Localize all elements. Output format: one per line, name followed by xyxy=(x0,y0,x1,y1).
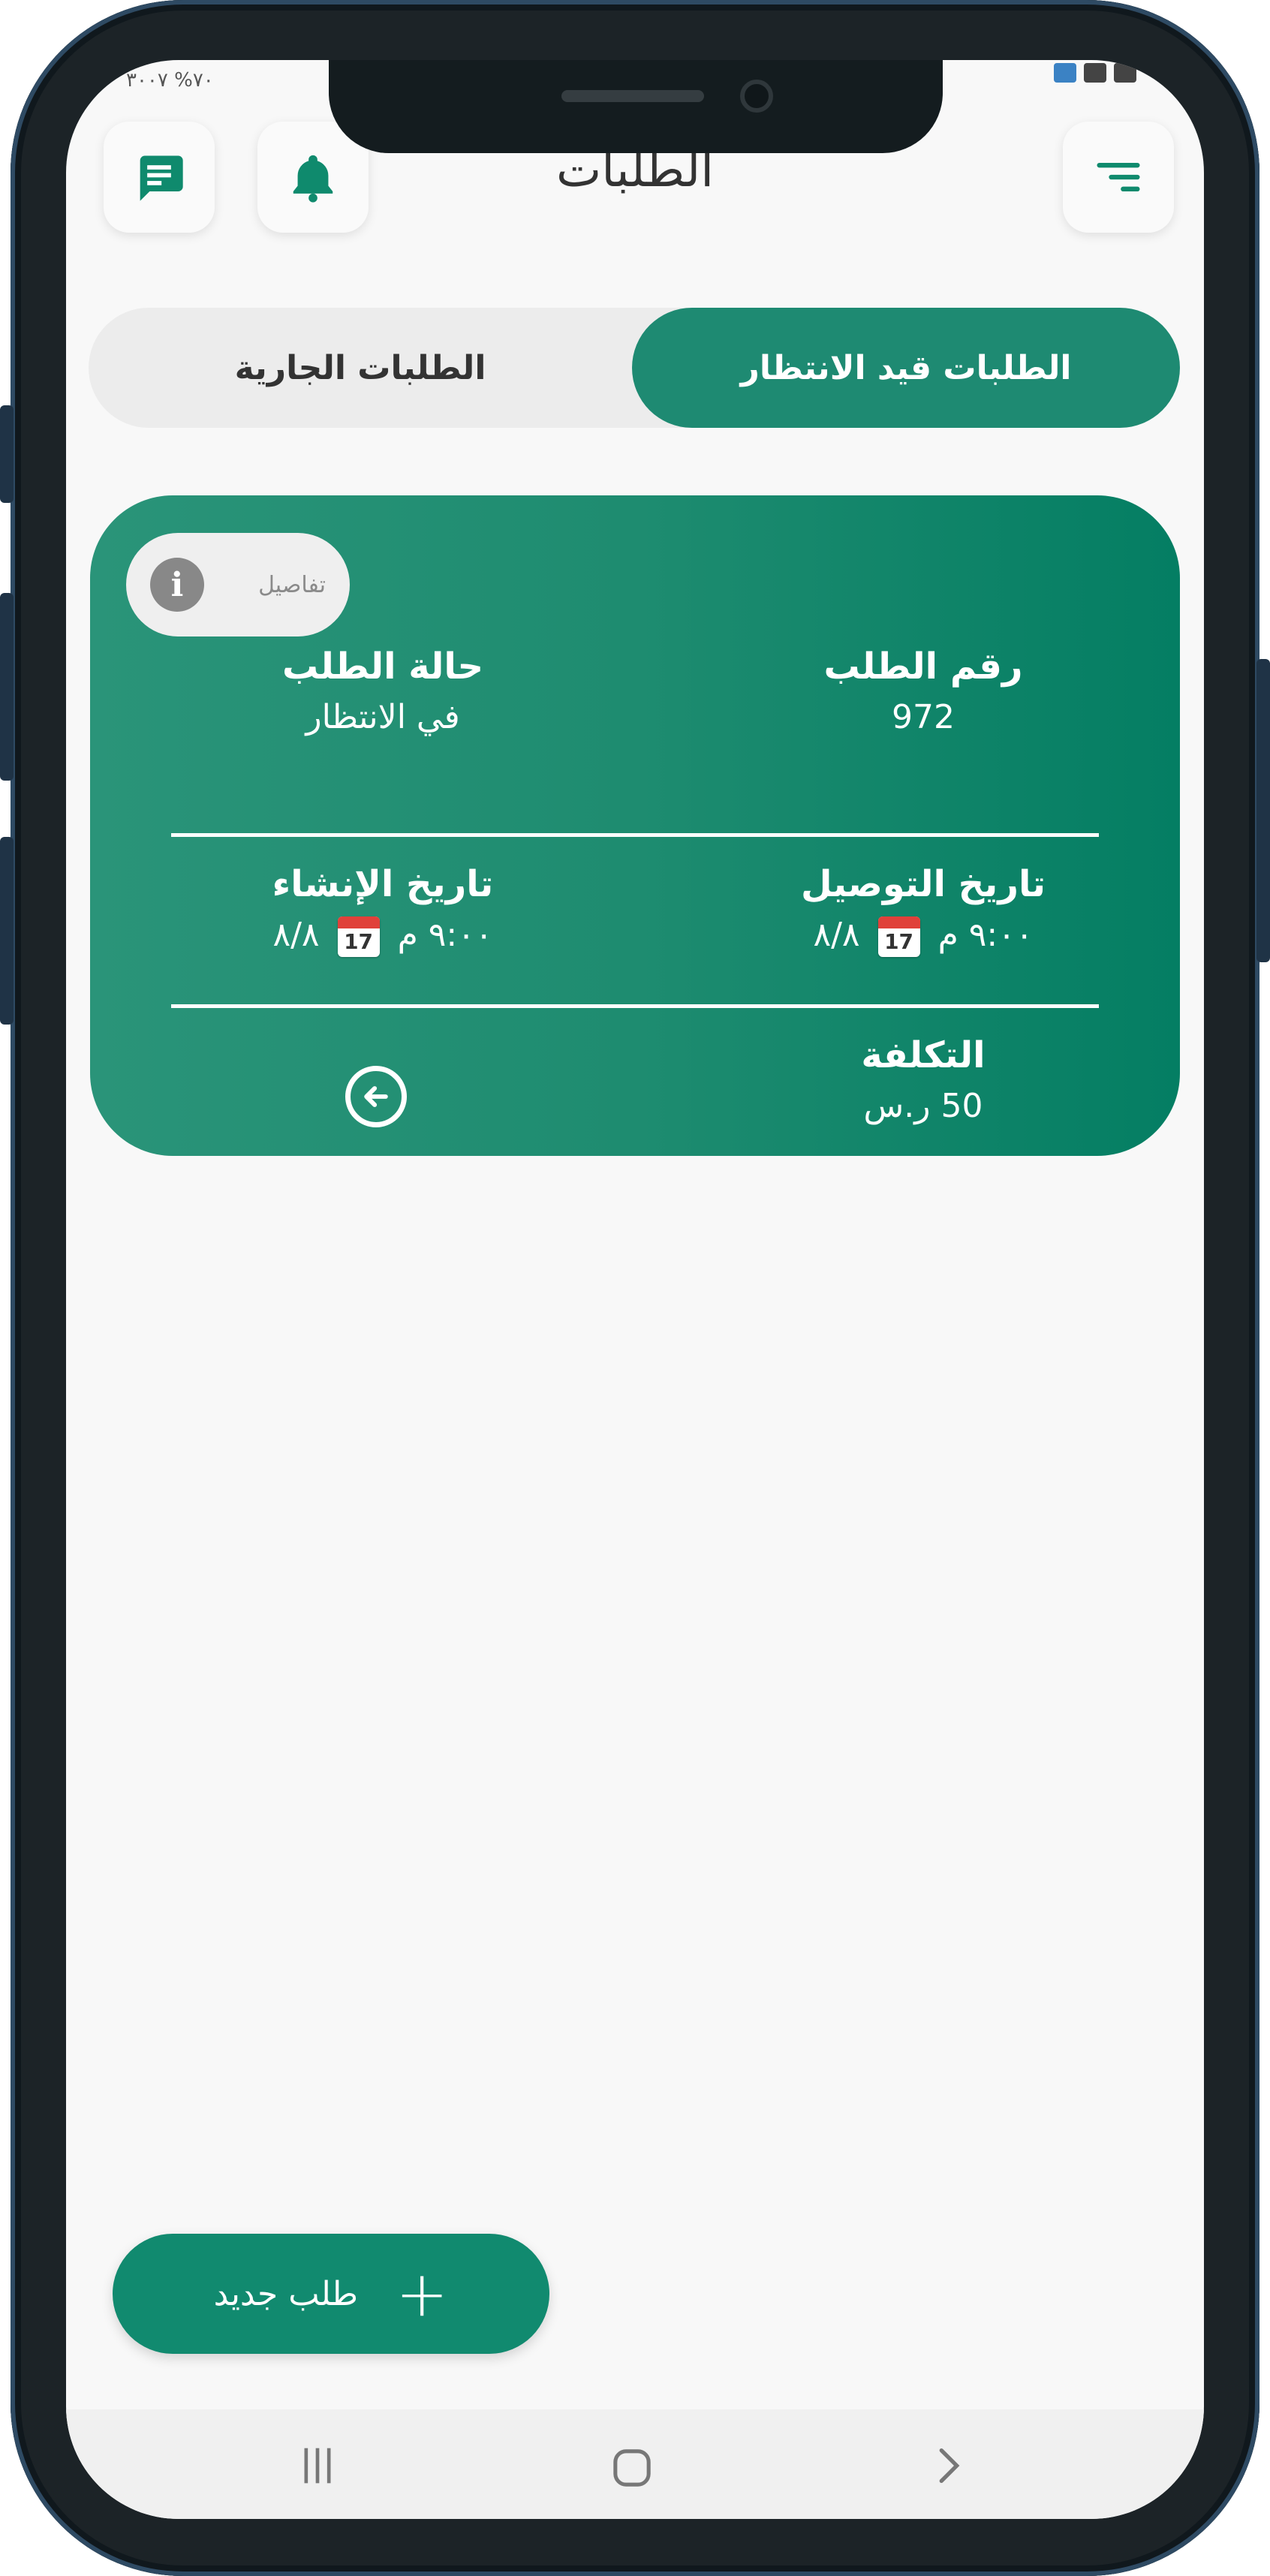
home-icon[interactable] xyxy=(603,2439,661,2508)
front-camera xyxy=(740,80,773,113)
cost-label: التكلفة xyxy=(861,1034,986,1076)
created-date-label: تاريخ الإنشاء xyxy=(272,863,494,905)
filter-menu-icon xyxy=(1097,163,1140,191)
details-button[interactable]: i تفاصيل xyxy=(126,533,350,636)
plus-icon: + xyxy=(396,2257,449,2331)
back-icon[interactable] xyxy=(922,2439,974,2504)
delivery-time: ٩:٠٠ م xyxy=(937,916,1034,954)
camera-notch xyxy=(329,60,943,153)
volume-button xyxy=(0,405,14,503)
signal-icon xyxy=(1084,63,1106,83)
cost-field: التكلفة 50 ر.س xyxy=(788,1034,1058,1125)
order-status-field: حالة الطلب في الانتظار xyxy=(233,646,533,736)
app-screen: ٧٠% ٣٠٠٧ الطلبات الطلبات الجارية الطلبات… xyxy=(66,60,1204,2519)
order-number-field: رقم الطلب 972 xyxy=(773,646,1073,736)
cost-value: 50 ر.س xyxy=(863,1087,983,1125)
delivery-date-label: تاريخ التوصيل xyxy=(801,863,1046,905)
recents-icon[interactable] xyxy=(291,2439,344,2504)
order-number-label: رقم الطلب xyxy=(823,646,1023,688)
delivery-datetime: ٩:٠٠ م 17 ٨/٨ xyxy=(736,916,1111,957)
status-bar-left: ٧٠% ٣٠٠٧ xyxy=(126,69,214,92)
created-datetime: ٩:٠٠ م 17 ٨/٨ xyxy=(195,916,570,957)
created-date: ٨/٨ xyxy=(272,916,320,954)
system-nav-bar xyxy=(66,2409,1204,2519)
wifi-icon xyxy=(1114,63,1136,83)
new-order-label: طلب جديد xyxy=(213,2274,359,2313)
order-status-value: في الانتظار xyxy=(305,698,460,736)
delivery-date-field: تاريخ التوصيل ٩:٠٠ م 17 ٨/٨ xyxy=(736,863,1111,957)
volume-up-button xyxy=(0,593,14,781)
delivery-date: ٨/٨ xyxy=(813,916,860,954)
order-status-label: حالة الطلب xyxy=(281,646,484,688)
arrow-left-icon xyxy=(364,1086,388,1107)
calendar-icon: 17 xyxy=(877,916,920,957)
tab-current-orders[interactable]: الطلبات الجارية xyxy=(89,308,632,428)
created-time: ٩:٠٠ م xyxy=(397,916,493,954)
card-divider xyxy=(171,1004,1099,1008)
volume-down-button xyxy=(0,837,14,1025)
new-order-button[interactable]: + طلب جديد xyxy=(113,2234,549,2354)
open-order-button[interactable] xyxy=(345,1066,407,1127)
card-divider xyxy=(171,833,1099,837)
created-date-field: تاريخ الإنشاء ٩:٠٠ م 17 ٨/٨ xyxy=(195,863,570,957)
order-card[interactable]: i تفاصيل رقم الطلب 972 حالة الطلب في الا… xyxy=(90,495,1180,1156)
battery-icon xyxy=(1054,63,1076,83)
status-bar-icons xyxy=(1054,63,1136,83)
orders-tabs: الطلبات الجارية الطلبات قيد الانتظار xyxy=(89,308,1180,428)
calendar-icon: 17 xyxy=(337,916,380,957)
power-button xyxy=(1256,659,1270,962)
details-label: تفاصيل xyxy=(258,571,326,598)
filter-menu-button[interactable] xyxy=(1063,122,1174,233)
tab-pending-orders[interactable]: الطلبات قيد الانتظار xyxy=(632,308,1180,428)
speaker-grille xyxy=(561,90,704,102)
info-icon: i xyxy=(150,558,204,612)
order-number-value: 972 xyxy=(892,698,955,736)
